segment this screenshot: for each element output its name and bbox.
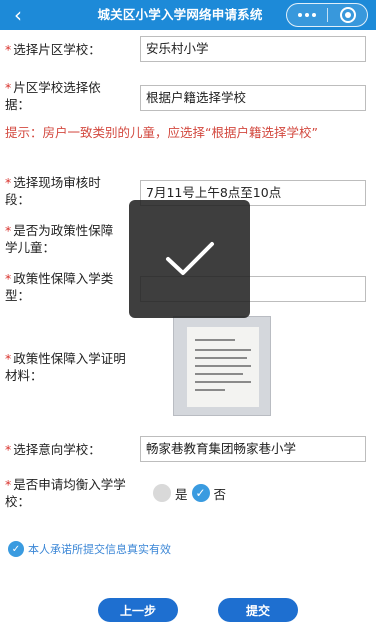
intent-school-select[interactable]: 畅家巷教育集团畅家巷小学	[140, 436, 366, 462]
required-mark: *	[5, 442, 12, 457]
target-close-icon	[340, 7, 356, 23]
required-mark: *	[5, 80, 12, 95]
agreement-checkbox[interactable]: ✓ 本人承诺所提交信息真实有效	[8, 540, 171, 558]
radio-no[interactable]: ✓	[191, 484, 210, 502]
close-button[interactable]	[328, 4, 368, 26]
review-time-label: * 选择现场审核时 段：	[5, 175, 101, 207]
district-school-label: * 选择片区学校：	[5, 42, 101, 57]
required-mark: *	[5, 477, 12, 492]
school-basis-label: * 片区学校选择依 据：	[5, 80, 101, 112]
radio-no-label[interactable]: 否	[214, 484, 227, 503]
required-mark: *	[5, 223, 12, 238]
required-mark: *	[5, 175, 12, 190]
check-icon: ✓	[8, 541, 24, 557]
more-dots-icon	[298, 13, 316, 17]
document-image	[187, 327, 259, 407]
required-mark: *	[5, 351, 12, 366]
radio-yes-label[interactable]: 是	[175, 484, 188, 503]
top-bar: ‹ 城关区小学入学网络申请系统	[0, 0, 376, 30]
required-mark: *	[5, 271, 12, 286]
school-basis-select[interactable]: 根据户籍选择学校	[140, 85, 366, 111]
hint-text: 提示：房户一致类别的儿童，应选择“根据户籍选择学校”	[5, 125, 318, 140]
agreement-text: 本人承诺所提交信息真实有效	[28, 543, 171, 556]
intent-school-label: * 选择意向学校：	[5, 442, 101, 457]
district-school-select[interactable]: 安乐村小学	[140, 36, 366, 62]
success-toast	[129, 200, 250, 318]
check-icon: ✓	[195, 486, 206, 500]
required-mark: *	[5, 42, 12, 57]
checkmark-icon	[165, 242, 214, 275]
policy-material-label: * 政策性保障入学证明 材料：	[5, 351, 126, 383]
more-button[interactable]	[287, 4, 327, 26]
mini-program-capsule	[286, 3, 368, 27]
submit-button[interactable]: 提交	[218, 598, 298, 622]
material-photo-thumbnail[interactable]	[173, 316, 271, 416]
prev-step-button[interactable]: 上一步	[98, 598, 178, 622]
balanced-apply-label: * 是否申请均衡入学学 校：	[5, 477, 126, 509]
page-title: 城关区小学入学网络申请系统	[97, 7, 263, 22]
radio-yes[interactable]	[153, 484, 171, 502]
policy-child-label: * 是否为政策性保障 学儿童：	[5, 223, 114, 255]
balanced-apply-radio-group: 是 ✓ 否	[153, 482, 230, 504]
back-button[interactable]: ‹	[6, 1, 30, 29]
chevron-left-icon: ‹	[14, 3, 22, 27]
policy-type-label: * 政策性保障入学类 型：	[5, 271, 114, 303]
